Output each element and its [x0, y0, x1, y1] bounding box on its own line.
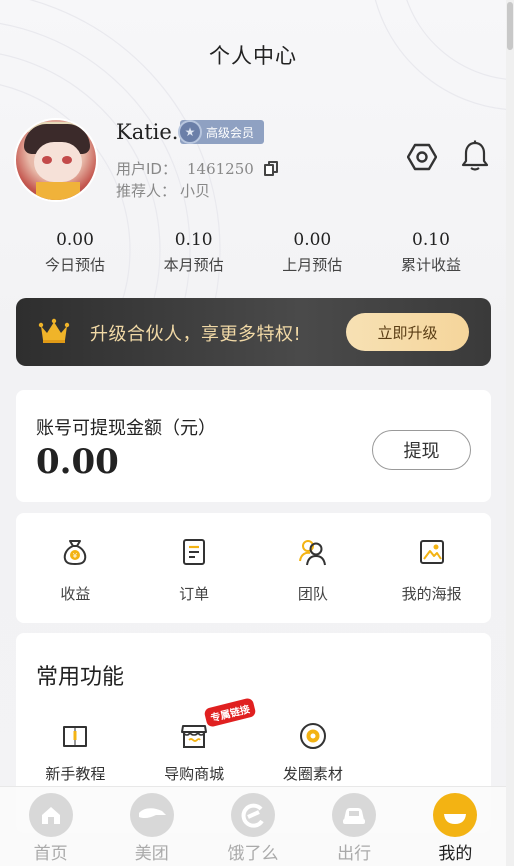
upgrade-banner[interactable]: 升级合伙人，享更多特权! 立即升级 — [16, 298, 491, 366]
user-id-value: 1461250 — [186, 159, 254, 178]
exclusive-link-tag: 专属链接 — [203, 697, 257, 728]
page: 个人中心 Katie. ★ 高级会员 用户ID： 1461250 推荐人： 小贝 … — [0, 0, 506, 866]
stat-total[interactable]: 0.10 累计收益 — [372, 230, 490, 275]
function-label: 发圈素材 — [282, 765, 343, 783]
money-bag-icon: ¥ — [64, 540, 87, 565]
stat-label: 今日预估 — [44, 256, 105, 274]
section-title: 常用功能 — [36, 665, 125, 690]
menu-label: 收益 — [60, 585, 91, 603]
menu-item-poster[interactable]: 我的海报 — [372, 513, 491, 623]
home-icon — [28, 793, 73, 837]
withdraw-amount: 0.00 — [36, 442, 119, 482]
earnings-stats: 0.00 今日预估 0.10 本月预估 0.00 上月预估 0.10 累计收益 — [16, 230, 490, 275]
stat-value: 0.00 — [293, 230, 332, 250]
tab-eleme[interactable]: 饿了么 — [202, 787, 303, 866]
username: Katie. — [116, 120, 179, 144]
car-icon — [332, 793, 377, 837]
function-label: 新手教程 — [45, 765, 106, 783]
stat-last-month[interactable]: 0.00 上月预估 — [253, 230, 371, 275]
upgrade-text: 升级合伙人，享更多特权! — [90, 324, 302, 345]
upgrade-button[interactable]: 立即升级 — [346, 313, 469, 351]
menu-item-earnings[interactable]: ¥ 收益 — [16, 513, 135, 623]
avatar[interactable] — [14, 118, 98, 202]
menu-item-team[interactable]: 团队 — [254, 513, 373, 623]
user-id-label: 用户ID： — [116, 160, 177, 178]
menu-item-orders[interactable]: 订单 — [135, 513, 254, 623]
order-list-icon — [183, 539, 206, 565]
shop-icon — [181, 725, 208, 748]
tab-label: 我的 — [438, 844, 473, 864]
menu-label: 订单 — [179, 585, 210, 603]
stat-value: 0.00 — [56, 230, 94, 250]
tab-label: 出行 — [337, 844, 372, 864]
page-title: 个人中心 — [209, 44, 297, 68]
tutorial-book-icon — [63, 726, 88, 747]
user-id-row: 用户ID： 1461250 — [116, 158, 278, 179]
withdraw-label: 账号可提现金额（元） — [36, 418, 216, 439]
stat-label: 上月预估 — [282, 256, 343, 274]
withdraw-button[interactable]: 提现 — [372, 430, 471, 470]
scrollbar-thumb[interactable] — [507, 2, 513, 50]
tab-label: 美团 — [134, 844, 169, 864]
svg-text:¥: ¥ — [73, 552, 78, 560]
bottom-tab-bar: 首页 美团 饿了么 出行 我的 — [0, 786, 506, 866]
referrer-value: 小贝 — [180, 182, 211, 200]
referrer-row: 推荐人： 小贝 — [116, 180, 210, 201]
stat-today[interactable]: 0.00 今日预估 — [16, 230, 134, 275]
tab-meituan[interactable]: 美团 — [101, 787, 202, 866]
poster-icon — [419, 540, 444, 564]
member-badge-label: 高级会员 — [206, 125, 255, 140]
stat-label: 本月预估 — [163, 256, 224, 274]
tab-label: 饿了么 — [227, 844, 279, 864]
member-badge: ★ 高级会员 — [178, 120, 264, 144]
quick-menu: ¥ 收益 订单 团队 我的海报 — [16, 513, 491, 623]
stat-value: 0.10 — [412, 230, 450, 250]
tab-travel[interactable]: 出行 — [304, 787, 405, 866]
scrollbar[interactable] — [506, 0, 514, 866]
material-icon — [299, 723, 326, 749]
function-label: 导购商城 — [164, 765, 225, 783]
menu-label: 我的海报 — [401, 585, 462, 603]
mine-icon — [433, 793, 478, 837]
star-icon: ★ — [178, 120, 202, 144]
tab-home[interactable]: 首页 — [0, 787, 101, 866]
eleme-icon — [230, 793, 275, 837]
menu-label: 团队 — [297, 585, 328, 603]
bell-icon[interactable] — [460, 140, 490, 172]
stat-this-month[interactable]: 0.10 本月预估 — [135, 230, 253, 275]
referrer-label: 推荐人： — [116, 182, 177, 200]
stat-value: 0.10 — [174, 230, 213, 250]
copy-icon[interactable] — [263, 160, 278, 177]
settings-icon[interactable] — [407, 142, 437, 172]
meituan-icon — [129, 793, 174, 837]
team-icon — [298, 540, 326, 566]
stat-label: 累计收益 — [400, 256, 461, 274]
tab-mine[interactable]: 我的 — [405, 787, 506, 866]
tab-label: 首页 — [33, 844, 68, 864]
crown-icon — [38, 318, 70, 343]
withdraw-card: 账号可提现金额（元） 0.00 提现 — [16, 390, 491, 502]
